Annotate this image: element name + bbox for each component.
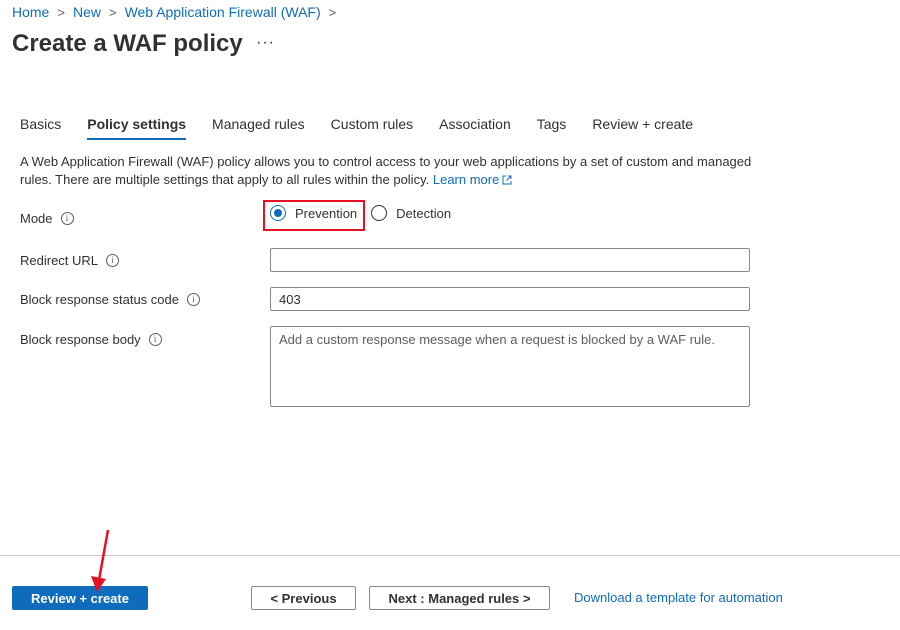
chevron-right-icon: > bbox=[328, 4, 337, 20]
breadcrumb-new[interactable]: New bbox=[73, 4, 101, 20]
response-body-label: Block response body i bbox=[20, 332, 162, 347]
download-template-link[interactable]: Download a template for automation bbox=[574, 590, 783, 605]
tab-association[interactable]: Association bbox=[439, 116, 511, 138]
tab-bar: Basics Policy settings Managed rules Cus… bbox=[20, 116, 719, 140]
radio-detection-label: Detection bbox=[396, 205, 452, 221]
mode-label: Mode i bbox=[20, 211, 74, 226]
radio-detection[interactable]: Detection bbox=[371, 205, 451, 221]
status-code-input[interactable] bbox=[270, 287, 750, 311]
info-icon[interactable]: i bbox=[106, 254, 120, 267]
redirect-url-label-text: Redirect URL bbox=[20, 253, 99, 268]
policy-description: A Web Application Firewall (WAF) policy … bbox=[20, 153, 760, 189]
response-body-label-text: Block response body bbox=[20, 332, 141, 347]
next-managed-rules-button[interactable]: Next : Managed rules > bbox=[369, 586, 550, 610]
breadcrumb-waf[interactable]: Web Application Firewall (WAF) bbox=[125, 4, 321, 20]
chevron-right-icon: > bbox=[57, 4, 65, 20]
more-options-icon[interactable]: ··· bbox=[256, 34, 275, 52]
page-title: Create a WAF policy bbox=[12, 30, 243, 57]
tab-basics[interactable]: Basics bbox=[20, 116, 61, 138]
breadcrumb-home[interactable]: Home bbox=[12, 4, 49, 20]
info-icon[interactable]: i bbox=[60, 212, 74, 225]
redirect-url-label: Redirect URL i bbox=[20, 253, 120, 268]
mode-radio-group: Prevention Detection bbox=[270, 205, 465, 221]
tab-policy-settings[interactable]: Policy settings bbox=[87, 116, 186, 140]
previous-button[interactable]: < Previous bbox=[251, 586, 356, 610]
chevron-right-icon: > bbox=[108, 4, 117, 20]
footer-divider bbox=[0, 555, 900, 556]
tab-review-create[interactable]: Review + create bbox=[592, 116, 693, 138]
breadcrumb: Home > New > Web Application Firewall (W… bbox=[12, 4, 344, 20]
response-body-textarea[interactable] bbox=[270, 326, 750, 407]
radio-unselected-icon bbox=[371, 205, 388, 221]
radio-prevention-label: Prevention bbox=[295, 205, 358, 221]
external-link-icon bbox=[502, 175, 512, 185]
status-code-label-text: Block response status code bbox=[20, 292, 179, 307]
info-icon[interactable]: i bbox=[148, 333, 162, 346]
info-icon[interactable]: i bbox=[186, 293, 200, 306]
description-text: A Web Application Firewall (WAF) policy … bbox=[20, 154, 752, 187]
learn-more-label: Learn more bbox=[432, 172, 500, 187]
redirect-url-input[interactable] bbox=[270, 248, 750, 272]
tab-custom-rules[interactable]: Custom rules bbox=[331, 116, 413, 138]
mode-label-text: Mode bbox=[20, 211, 53, 226]
radio-selected-icon bbox=[270, 205, 286, 221]
status-code-label: Block response status code i bbox=[20, 292, 200, 307]
tab-tags[interactable]: Tags bbox=[537, 116, 567, 138]
radio-prevention[interactable]: Prevention bbox=[270, 205, 357, 221]
tab-managed-rules[interactable]: Managed rules bbox=[212, 116, 305, 138]
review-create-button[interactable]: Review + create bbox=[12, 586, 148, 610]
learn-more-link[interactable]: Learn more bbox=[433, 172, 512, 187]
